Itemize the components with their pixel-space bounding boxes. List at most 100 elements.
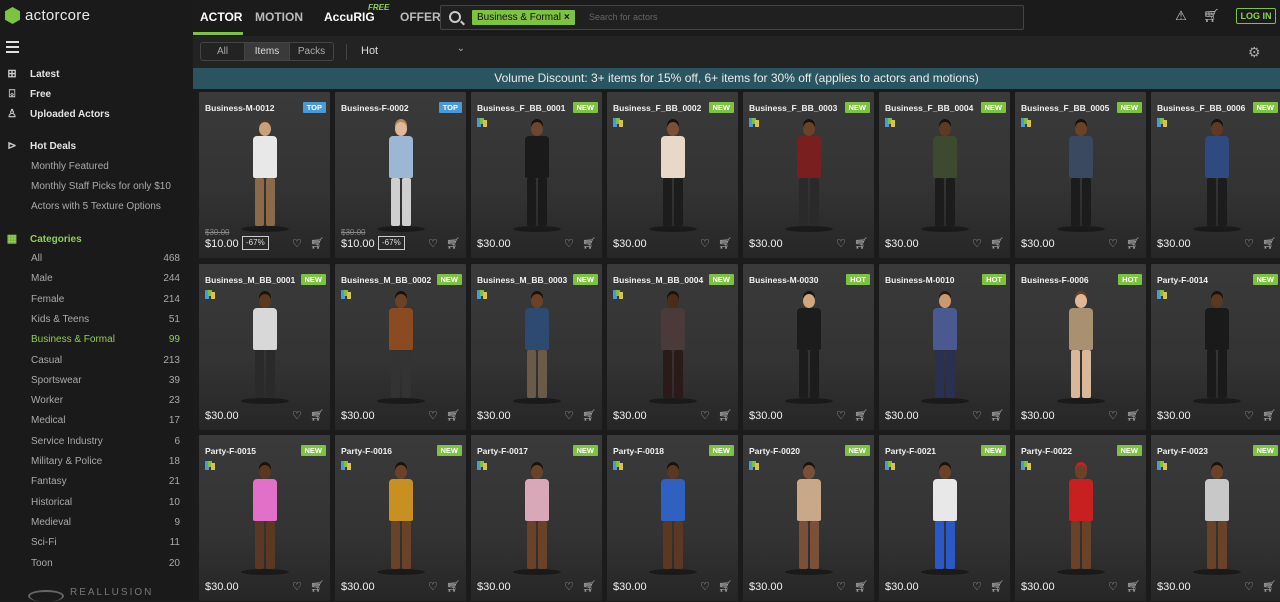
actor-thumbnail[interactable] — [240, 293, 289, 404]
actor-card[interactable]: Business_F_BB_0002 NEW $30.00 ♡ 🛒︎ — [607, 92, 738, 258]
actor-card[interactable]: Business_M_BB_0002 NEW $30.00 ♡ 🛒︎ — [335, 263, 466, 430]
sidebar-category-item[interactable]: Fantasy 21 — [31, 476, 180, 487]
gear-icon[interactable]: ⚙ — [1248, 44, 1261, 61]
sidebar-category-item[interactable]: Military & Police 18 — [31, 456, 180, 467]
actor-card[interactable]: Business_F_BB_0003 NEW $30.00 ♡ 🛒︎ — [743, 92, 874, 258]
actor-card[interactable]: Party-F-0014 NEW $30.00 ♡ 🛒︎ — [1151, 263, 1280, 430]
actor-card[interactable]: Business-F-0002 TOP $30.00 $10.00 -67% ♡ 🛒︎ — [335, 92, 466, 258]
sidebar-item-uploaded-actors[interactable]: ♙ Uploaded Actors — [6, 108, 110, 120]
heart-icon[interactable]: ♡ — [836, 238, 848, 250]
add-to-cart-icon[interactable]: 🛒︎ — [718, 409, 732, 423]
tab-accurig[interactable]: AccuRIG — [324, 10, 375, 24]
search-icon[interactable] — [449, 11, 461, 23]
heart-icon[interactable]: ♡ — [1244, 410, 1256, 422]
actor-thumbnail[interactable] — [240, 465, 289, 575]
heart-icon[interactable]: ♡ — [972, 238, 984, 250]
add-to-cart-icon[interactable]: 🛒︎ — [446, 237, 460, 251]
sidebar-category-item[interactable]: Toon 20 — [31, 558, 180, 569]
actor-thumbnail[interactable] — [648, 293, 697, 404]
heart-icon[interactable]: ♡ — [564, 410, 576, 422]
actor-thumbnail[interactable] — [376, 293, 425, 404]
actor-thumbnail[interactable] — [920, 293, 969, 404]
actor-card[interactable]: Business-F-0006 HOT $30.00 ♡ 🛒︎ — [1015, 263, 1146, 430]
actor-thumbnail[interactable] — [512, 122, 561, 232]
tab-motion[interactable]: MOTION — [255, 10, 303, 24]
actor-thumbnail[interactable] — [376, 122, 425, 232]
actor-card[interactable]: Business_F_BB_0006 NEW $30.00 ♡ 🛒︎ — [1151, 92, 1280, 258]
sidebar-category-item[interactable]: Historical 10 — [31, 497, 180, 508]
actor-thumbnail[interactable] — [1056, 465, 1105, 575]
actor-card[interactable]: Business-M-0030 HOT $30.00 ♡ 🛒︎ — [743, 263, 874, 430]
heart-icon[interactable]: ♡ — [428, 410, 440, 422]
sidebar-item-free[interactable]: ⌺ Free — [6, 88, 51, 100]
heart-icon[interactable]: ♡ — [292, 238, 304, 250]
segment-packs[interactable]: Packs — [290, 43, 333, 60]
heart-icon[interactable]: ♡ — [700, 410, 712, 422]
actor-thumbnail[interactable] — [1192, 122, 1241, 232]
actor-thumbnail[interactable] — [784, 293, 833, 404]
add-to-cart-icon[interactable]: 🛒︎ — [310, 580, 324, 594]
heart-icon[interactable]: ♡ — [700, 581, 712, 593]
actor-thumbnail[interactable] — [784, 465, 833, 575]
sidebar-item-staff-picks[interactable]: Monthly Staff Picks for only $10 — [31, 181, 171, 192]
actor-thumbnail[interactable] — [1192, 293, 1241, 404]
tab-actor[interactable]: ACTOR — [200, 10, 242, 24]
sidebar-category-item[interactable]: Service Industry 6 — [31, 436, 180, 447]
sidebar-category-item[interactable]: Medical 17 — [31, 415, 180, 426]
heart-icon[interactable]: ♡ — [564, 238, 576, 250]
notification-icon[interactable]: ⚠ — [1173, 8, 1189, 24]
heart-icon[interactable]: ♡ — [428, 581, 440, 593]
add-to-cart-icon[interactable]: 🛒︎ — [854, 237, 868, 251]
add-to-cart-icon[interactable]: 🛒︎ — [1126, 580, 1140, 594]
heart-icon[interactable]: ♡ — [1244, 581, 1256, 593]
tab-offer[interactable]: OFFER — [400, 10, 441, 24]
search-input[interactable]: Search for actors — [589, 12, 658, 22]
add-to-cart-icon[interactable]: 🛒︎ — [446, 580, 460, 594]
actor-thumbnail[interactable] — [920, 122, 969, 232]
search-filter-chip[interactable]: Business & Formal × — [472, 10, 575, 25]
actor-thumbnail[interactable] — [376, 465, 425, 575]
actor-card[interactable]: Party-F-0016 NEW $30.00 ♡ 🛒︎ — [335, 435, 466, 601]
sidebar-item-monthly-featured[interactable]: Monthly Featured — [31, 161, 109, 172]
actor-card[interactable]: Party-F-0018 NEW $30.00 ♡ 🛒︎ — [607, 435, 738, 601]
cart-icon[interactable]: 🛒︎ — [1203, 8, 1220, 24]
sidebar-category-item[interactable]: Male 244 — [31, 273, 180, 284]
actor-thumbnail[interactable] — [784, 122, 833, 232]
actor-card[interactable]: Party-F-0022 NEW $30.00 ♡ 🛒︎ — [1015, 435, 1146, 601]
heart-icon[interactable]: ♡ — [972, 410, 984, 422]
add-to-cart-icon[interactable]: 🛒︎ — [1126, 409, 1140, 423]
sort-dropdown[interactable]: Hot ⌄ — [361, 43, 465, 57]
heart-icon[interactable]: ♡ — [428, 238, 440, 250]
actor-thumbnail[interactable] — [920, 465, 969, 575]
sidebar-category-item[interactable]: Business & Formal 99 — [31, 334, 180, 345]
actor-thumbnail[interactable] — [512, 293, 561, 404]
actor-thumbnail[interactable] — [648, 122, 697, 232]
add-to-cart-icon[interactable]: 🛒︎ — [1262, 237, 1276, 251]
actor-card[interactable]: Business_F_BB_0001 NEW $30.00 ♡ 🛒︎ — [471, 92, 602, 258]
segment-all[interactable]: All — [201, 43, 245, 60]
actor-card[interactable]: Business_M_BB_0004 NEW $30.00 ♡ 🛒︎ — [607, 263, 738, 430]
add-to-cart-icon[interactable]: 🛒︎ — [582, 237, 596, 251]
actor-card[interactable]: Party-F-0020 NEW $30.00 ♡ 🛒︎ — [743, 435, 874, 601]
actorcore-logo[interactable]: actorcore — [5, 7, 90, 24]
add-to-cart-icon[interactable]: 🛒︎ — [582, 409, 596, 423]
add-to-cart-icon[interactable]: 🛒︎ — [1262, 409, 1276, 423]
menu-icon[interactable] — [6, 41, 19, 53]
heart-icon[interactable]: ♡ — [292, 410, 304, 422]
sidebar-categories-header[interactable]: ▦ Categories — [6, 233, 82, 245]
add-to-cart-icon[interactable]: 🛒︎ — [990, 237, 1004, 251]
heart-icon[interactable]: ♡ — [836, 410, 848, 422]
heart-icon[interactable]: ♡ — [700, 238, 712, 250]
actor-card[interactable]: Party-F-0021 NEW $30.00 ♡ 🛒︎ — [879, 435, 1010, 601]
add-to-cart-icon[interactable]: 🛒︎ — [854, 580, 868, 594]
actor-card[interactable]: Business-M-0012 TOP $30.00 $10.00 -67% ♡ 🛒︎ — [199, 92, 330, 258]
heart-icon[interactable]: ♡ — [1108, 410, 1120, 422]
heart-icon[interactable]: ♡ — [836, 581, 848, 593]
actor-thumbnail[interactable] — [1056, 122, 1105, 232]
sidebar-category-item[interactable]: Worker 23 — [31, 395, 180, 406]
heart-icon[interactable]: ♡ — [1108, 238, 1120, 250]
sidebar-category-item[interactable]: Sci-Fi 11 — [31, 537, 180, 548]
actor-thumbnail[interactable] — [1056, 293, 1105, 404]
add-to-cart-icon[interactable]: 🛒︎ — [582, 580, 596, 594]
actor-card[interactable]: Party-F-0023 NEW $30.00 ♡ 🛒︎ — [1151, 435, 1280, 601]
